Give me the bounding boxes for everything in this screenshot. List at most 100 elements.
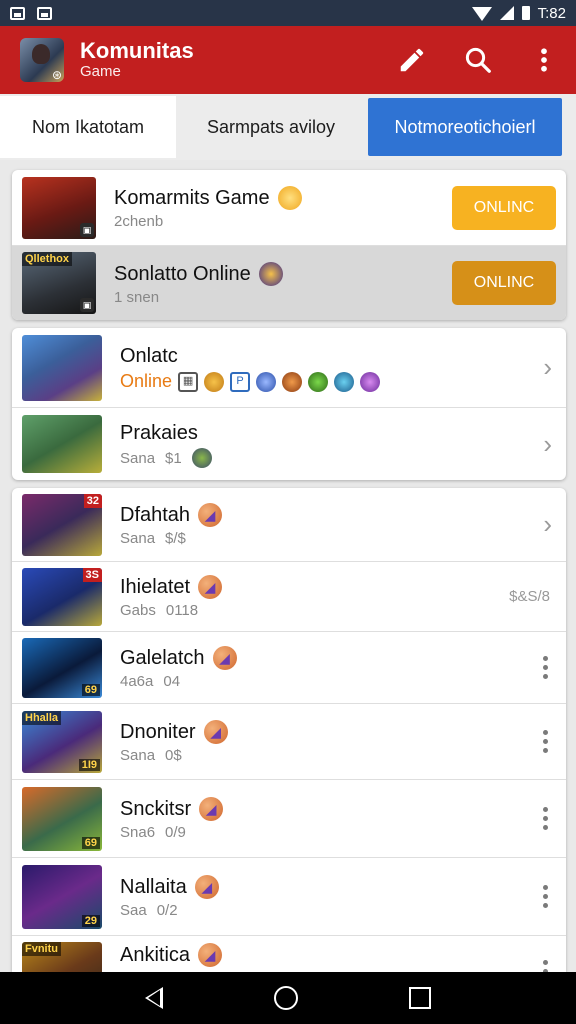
search-button[interactable] [460, 42, 496, 78]
row-meta-2: 0/9 [165, 824, 186, 841]
game-thumbnail: 69 [22, 786, 102, 851]
avatar-icon [191, 448, 212, 468]
row-meta-1: Saa [120, 902, 147, 919]
p-icon: P [230, 371, 251, 392]
featured-card: ▣ Komarmits Game 2chenb ONLINC Qllethox … [12, 170, 566, 320]
list-item[interactable]: Hhalla 1I9 Dnoniter ◢ Sana 0$ [12, 704, 566, 780]
row-meta-1: Gabs [120, 602, 156, 619]
row-meta-2: $1 [165, 449, 182, 467]
game-emblem-icon: ◢ [212, 646, 237, 670]
online-button[interactable]: ONLINC [452, 185, 556, 230]
row-meta-1: Sana [120, 530, 156, 547]
edit-button[interactable] [394, 42, 430, 78]
row-title: Dfahtah [120, 504, 191, 526]
photo-notification-icon [37, 6, 52, 20]
row-title: Snckitsr [120, 798, 192, 820]
more-vert-icon[interactable] [542, 960, 548, 972]
more-button[interactable] [526, 42, 562, 78]
more-vert-icon[interactable] [542, 656, 548, 679]
game-emblem-icon: ◢ [203, 720, 228, 744]
list-item[interactable]: 29 Nallaita ◢ Saa 0/2 [12, 858, 566, 936]
fire-badge-icon [282, 371, 303, 392]
status-time: T:82 [537, 4, 566, 22]
list-item[interactable]: Qllethox ▣ Sonlatto Online 1 snen ONLINC [12, 246, 566, 320]
grid-icon: ▦ [178, 371, 199, 392]
row-meta-2: $/$ [165, 530, 186, 547]
game-emblem-icon: ◢ [198, 503, 223, 527]
tab-notmoreotichoierl[interactable]: Notmoreotichoierl [368, 98, 562, 156]
list-item[interactable]: 69 Snckitsr ◢ Sna6 0/9 [12, 780, 566, 858]
row-meta-1: Sna6 [120, 824, 156, 841]
list-item[interactable]: 32 Dfahtah ◢ Sana $/$ › [12, 488, 566, 562]
online-status: Online [120, 371, 173, 391]
home-icon[interactable] [273, 986, 298, 1010]
game-emblem-icon: ◢ [198, 943, 223, 967]
tab-bar: Nom Ikatotam Sarmpats aviloy Notmoreotic… [0, 94, 576, 160]
thumbnail-badge: 32 [83, 493, 102, 508]
more-vert-icon [541, 48, 547, 72]
tab-sarmpats-aviloy[interactable]: Sarmpats aviloy [176, 96, 366, 158]
edit-icon [400, 48, 424, 72]
chevron-right-icon[interactable]: › [543, 352, 552, 383]
more-vert-icon[interactable] [542, 730, 548, 753]
row-title: Ihielatet [120, 576, 191, 598]
group-card: Onlatc Online ▦ P › Prakaies Sana $1 › [12, 328, 566, 480]
more-vert-icon[interactable] [542, 807, 548, 830]
thumbnail-label: Qllethox [22, 252, 73, 266]
row-meta: 2chenb [114, 213, 164, 230]
emblem-icon [258, 261, 283, 286]
wifi-icon [471, 7, 492, 21]
thumbnail-level: 69 [81, 836, 100, 849]
list-item[interactable]: ▣ Komarmits Game 2chenb ONLINC [12, 170, 566, 246]
badge-icon [204, 371, 225, 392]
row-meta-2: 0$ [165, 747, 182, 764]
game-emblem-icon: ◢ [198, 575, 223, 599]
verified-icon: ▣ [80, 298, 94, 312]
chevron-right-icon[interactable]: › [543, 509, 552, 540]
row-title: Prakaies [120, 422, 198, 444]
game-thumbnail: 29 [22, 864, 102, 929]
game-thumbnail: ▣ [22, 176, 96, 239]
game-thumbnail: Qllethox ▣ [22, 252, 96, 314]
row-title: Ankitica [120, 944, 191, 966]
thumbnail-level: 69 [81, 683, 100, 696]
system-nav-bar [0, 972, 576, 1024]
row-title: Sonlatto Online [114, 262, 251, 285]
game-emblem-icon: ◢ [194, 875, 219, 899]
list-item[interactable]: 3S Ihielatet ◢ Gabs 0118 $&S/8 [12, 562, 566, 632]
star-badge-icon [360, 371, 381, 392]
thumbnail-level: 1I9 [78, 758, 100, 771]
list-item[interactable]: 69 Galelatch ◢ 4a6a 04 [12, 632, 566, 704]
row-extra: $&S/8 [509, 588, 550, 605]
game-thumbnail [22, 415, 102, 473]
system-indicators: T:82 [471, 4, 566, 22]
app-logo[interactable] [20, 38, 64, 82]
thumbnail-badge: 3S [82, 567, 102, 582]
game-thumbnail: 32 [22, 493, 102, 556]
tab-nom-ikatotam[interactable]: Nom Ikatotam [0, 96, 176, 158]
list-item[interactable]: Fvnitu Ankitica ◢ [12, 936, 566, 972]
row-meta-2: 0/2 [156, 902, 178, 919]
thumbnail-label: Fvnitu [22, 942, 61, 956]
signal-icon [499, 6, 514, 20]
game-thumbnail [22, 334, 102, 401]
online-button[interactable]: ONLINC [452, 261, 556, 305]
recents-icon[interactable] [408, 987, 431, 1009]
thumbnail-label: Hhalla [22, 710, 62, 725]
chevron-right-icon[interactable]: › [543, 429, 552, 460]
row-title: Galelatch [120, 647, 205, 669]
back-icon[interactable] [145, 987, 164, 1009]
game-thumbnail: 69 [22, 637, 102, 698]
app-subtitle: Game [80, 63, 121, 80]
list-item[interactable]: Onlatc Online ▦ P › [12, 328, 566, 408]
list-item[interactable]: Prakaies Sana $1 › [12, 408, 566, 480]
game-thumbnail: 3S [22, 567, 102, 626]
game-thumbnail: Hhalla 1I9 [22, 710, 102, 773]
thumbnail-level: 29 [81, 914, 100, 927]
game-list: 32 Dfahtah ◢ Sana $/$ › 3S Ihielatet ◢ Gabs… [12, 488, 566, 972]
game-emblem-icon: ◢ [199, 797, 224, 821]
row-meta: 1 snen [114, 288, 160, 306]
row-title: Komarmits Game [114, 187, 270, 209]
more-vert-icon[interactable] [542, 885, 548, 908]
notification-icons [10, 6, 52, 20]
